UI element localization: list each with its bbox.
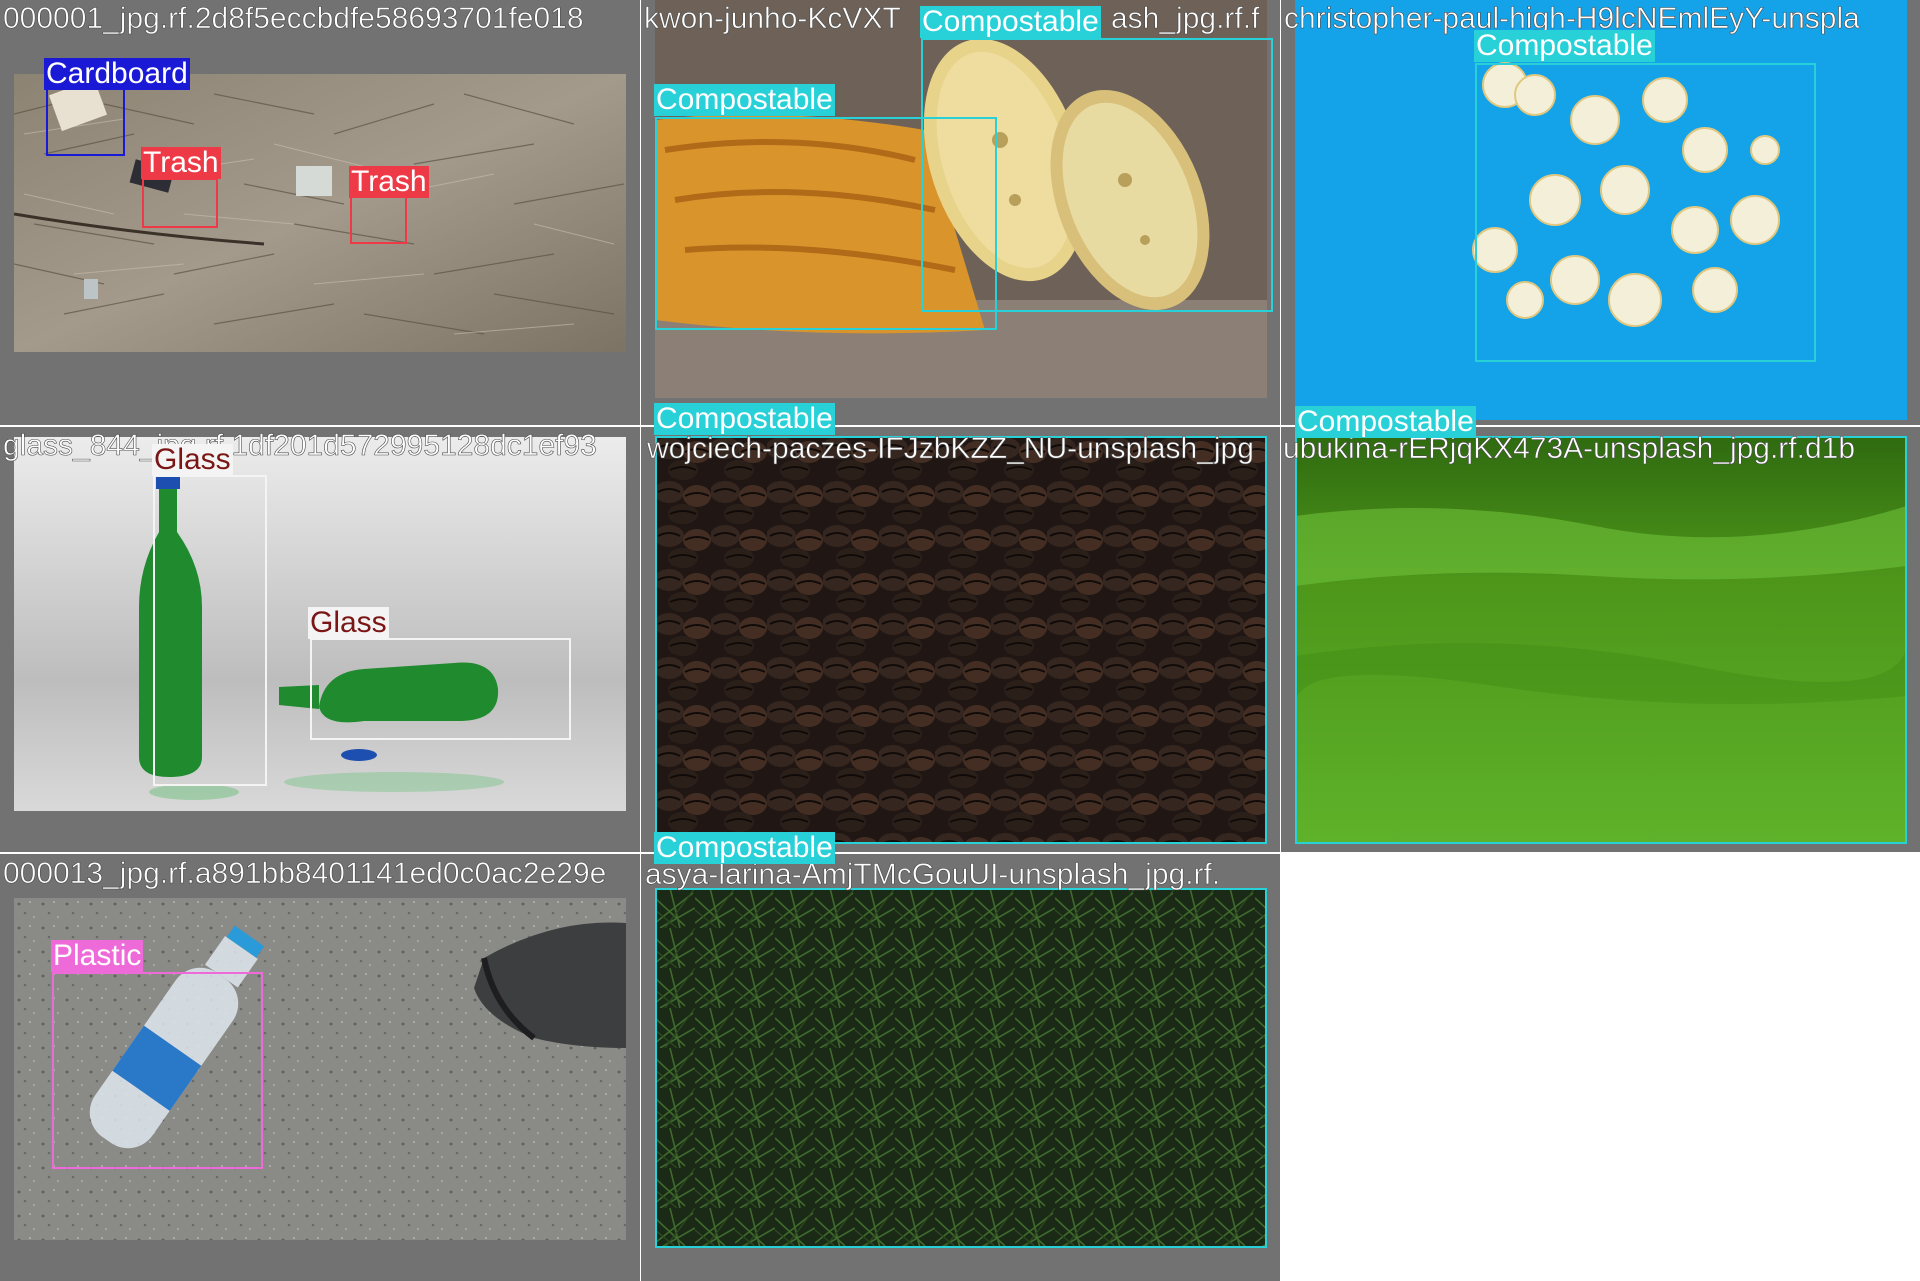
bbox-compostable [1475,63,1816,362]
label-compostable: Compostable [920,5,1101,38]
bbox-compostable [921,38,1273,312]
tile-filename: kwon-junho-KcVXT [644,2,901,36]
label-trash: Trash [349,165,429,198]
tile-filename: wojciech-paczes-IFJzbKZZ_NU-unsplash_jpg [647,432,1255,466]
label-compostable: Compostable [1295,405,1476,438]
bbox-compostable [1295,436,1907,844]
bbox-plastic [52,972,263,1169]
label-compostable: Compostable [654,402,835,435]
label-plastic: Plastic [51,939,144,972]
tile-glass: glass_844_jpg.rf.1df201d572995128dc1ef93… [0,427,640,852]
bbox-trash [350,196,407,244]
bbox-compostable [655,436,1267,844]
label-compostable: Compostable [654,83,835,116]
tile-filename: 000001_jpg.rf.2d8f5eccbdfe58693701fe018 [3,2,584,36]
label-glass: Glass [308,606,389,639]
tile-filename: 000013_jpg.rf.a891bb8401141ed0c0ac2e29e [3,857,607,891]
bbox-compostable [655,888,1267,1248]
tile-dark-grass: asya-larina-AmjTMcGouUI-unsplash_jpg.rf. [641,854,1280,1281]
tile-bread: kwon-junho-KcVXT ash_jpg.rf.f Compostabl… [641,0,1280,425]
tile-ground-cardboard: 000001_jpg.rf.2d8f5eccbdfe58693701fe018 … [0,0,640,425]
label-compostable: Compostable [1474,29,1655,62]
bbox-trash [142,178,218,228]
bbox-glass [310,638,571,740]
tile-plastic: 000013_jpg.rf.a891bb8401141ed0c0ac2e29e … [0,854,640,1281]
label-cardboard: Cardboard [44,57,190,90]
label-compostable: Compostable [654,831,835,864]
bbox-cardboard [46,88,125,156]
label-trash: Trash [141,146,221,179]
tile-popcorn: christopher-paul-high-H9lcNEmlEyY-unspla… [1281,0,1920,425]
tile-lawn: ubukina-rERjqKX473A-unsplash_jpg.rf.d1b [1281,427,1920,852]
tile-coffee: wojciech-paczes-IFJzbKZZ_NU-unsplash_jpg… [641,427,1280,852]
label-glass: Glass [152,443,233,476]
tile-filename-tail: ash_jpg.rf.f [1111,2,1260,36]
tile-filename: glass_844_jpg.rf.1df201d572995128dc1ef93 [3,429,597,463]
bbox-glass [153,475,267,786]
